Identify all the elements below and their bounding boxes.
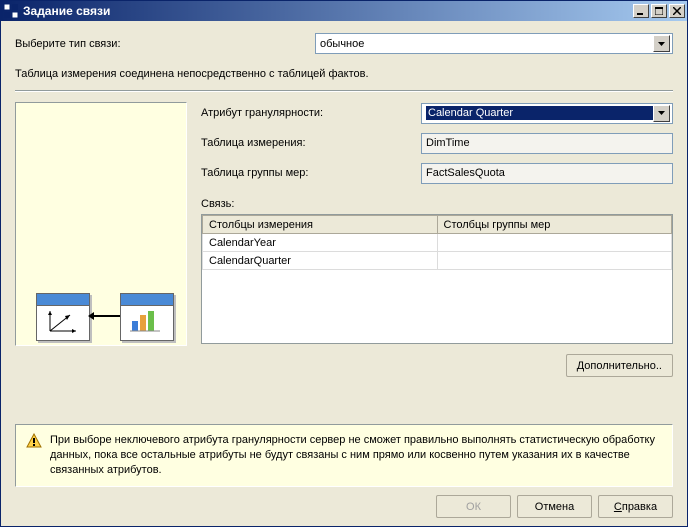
grid-header-dim[interactable]: Столбцы измерения bbox=[203, 216, 438, 234]
measure-group-table-label: Таблица группы мер: bbox=[201, 167, 421, 179]
cell-mg[interactable] bbox=[437, 234, 672, 252]
minimize-button[interactable] bbox=[633, 4, 649, 18]
warning-icon bbox=[26, 433, 42, 449]
cell-dim[interactable]: CalendarYear bbox=[203, 234, 438, 252]
warning-box: При выборе неключевого атрибута грануляр… bbox=[15, 424, 673, 487]
relationship-type-value: обычное bbox=[320, 38, 653, 50]
relationship-grid[interactable]: Столбцы измерения Столбцы группы мер Cal… bbox=[201, 214, 673, 344]
measure-group-table-value: FactSalesQuota bbox=[421, 163, 673, 184]
chevron-down-icon bbox=[653, 105, 670, 122]
granularity-attr-value: Calendar Quarter bbox=[426, 106, 653, 120]
dimension-table-label: Таблица измерения: bbox=[201, 137, 421, 149]
ok-button[interactable]: ОК bbox=[436, 495, 511, 518]
fact-cube-icon bbox=[120, 293, 174, 341]
window-controls bbox=[633, 4, 685, 18]
dimension-table-value: DimTime bbox=[421, 133, 673, 154]
app-icon bbox=[3, 3, 19, 19]
divider bbox=[15, 90, 673, 92]
maximize-button[interactable] bbox=[651, 4, 667, 18]
dialog-buttons: ОК Отмена Справка bbox=[15, 495, 673, 518]
dimension-cube-icon bbox=[36, 293, 90, 341]
titlebar: Задание связи bbox=[1, 1, 687, 21]
granularity-attr-select[interactable]: Calendar Quarter bbox=[421, 103, 673, 124]
granularity-attr-label: Атрибут гранулярности: bbox=[201, 107, 421, 119]
advanced-button[interactable]: Дополнительно.. bbox=[566, 354, 673, 377]
dialog-window: Задание связи Выберите тип связи: обычно… bbox=[0, 0, 688, 527]
cell-dim[interactable]: CalendarQuarter bbox=[203, 252, 438, 270]
relationship-type-label: Выберите тип связи: bbox=[15, 38, 315, 50]
table-row[interactable]: CalendarQuarter bbox=[203, 252, 672, 270]
window-title: Задание связи bbox=[23, 4, 633, 18]
close-button[interactable] bbox=[669, 4, 685, 18]
warning-text: При выборе неключевого атрибута грануляр… bbox=[50, 433, 662, 478]
link-arrow-icon bbox=[92, 315, 120, 317]
relationship-grid-label: Связь: bbox=[201, 198, 673, 210]
chevron-down-icon bbox=[653, 35, 670, 52]
cell-mg[interactable] bbox=[437, 252, 672, 270]
cancel-button[interactable]: Отмена bbox=[517, 495, 592, 518]
help-button[interactable]: Справка bbox=[598, 495, 673, 518]
grid-header-mg[interactable]: Столбцы группы мер bbox=[437, 216, 672, 234]
relationship-type-hint: Таблица измерения соединена непосредстве… bbox=[15, 68, 673, 80]
relationship-illustration bbox=[15, 102, 187, 346]
table-row[interactable]: CalendarYear bbox=[203, 234, 672, 252]
relationship-type-select[interactable]: обычное bbox=[315, 33, 673, 54]
